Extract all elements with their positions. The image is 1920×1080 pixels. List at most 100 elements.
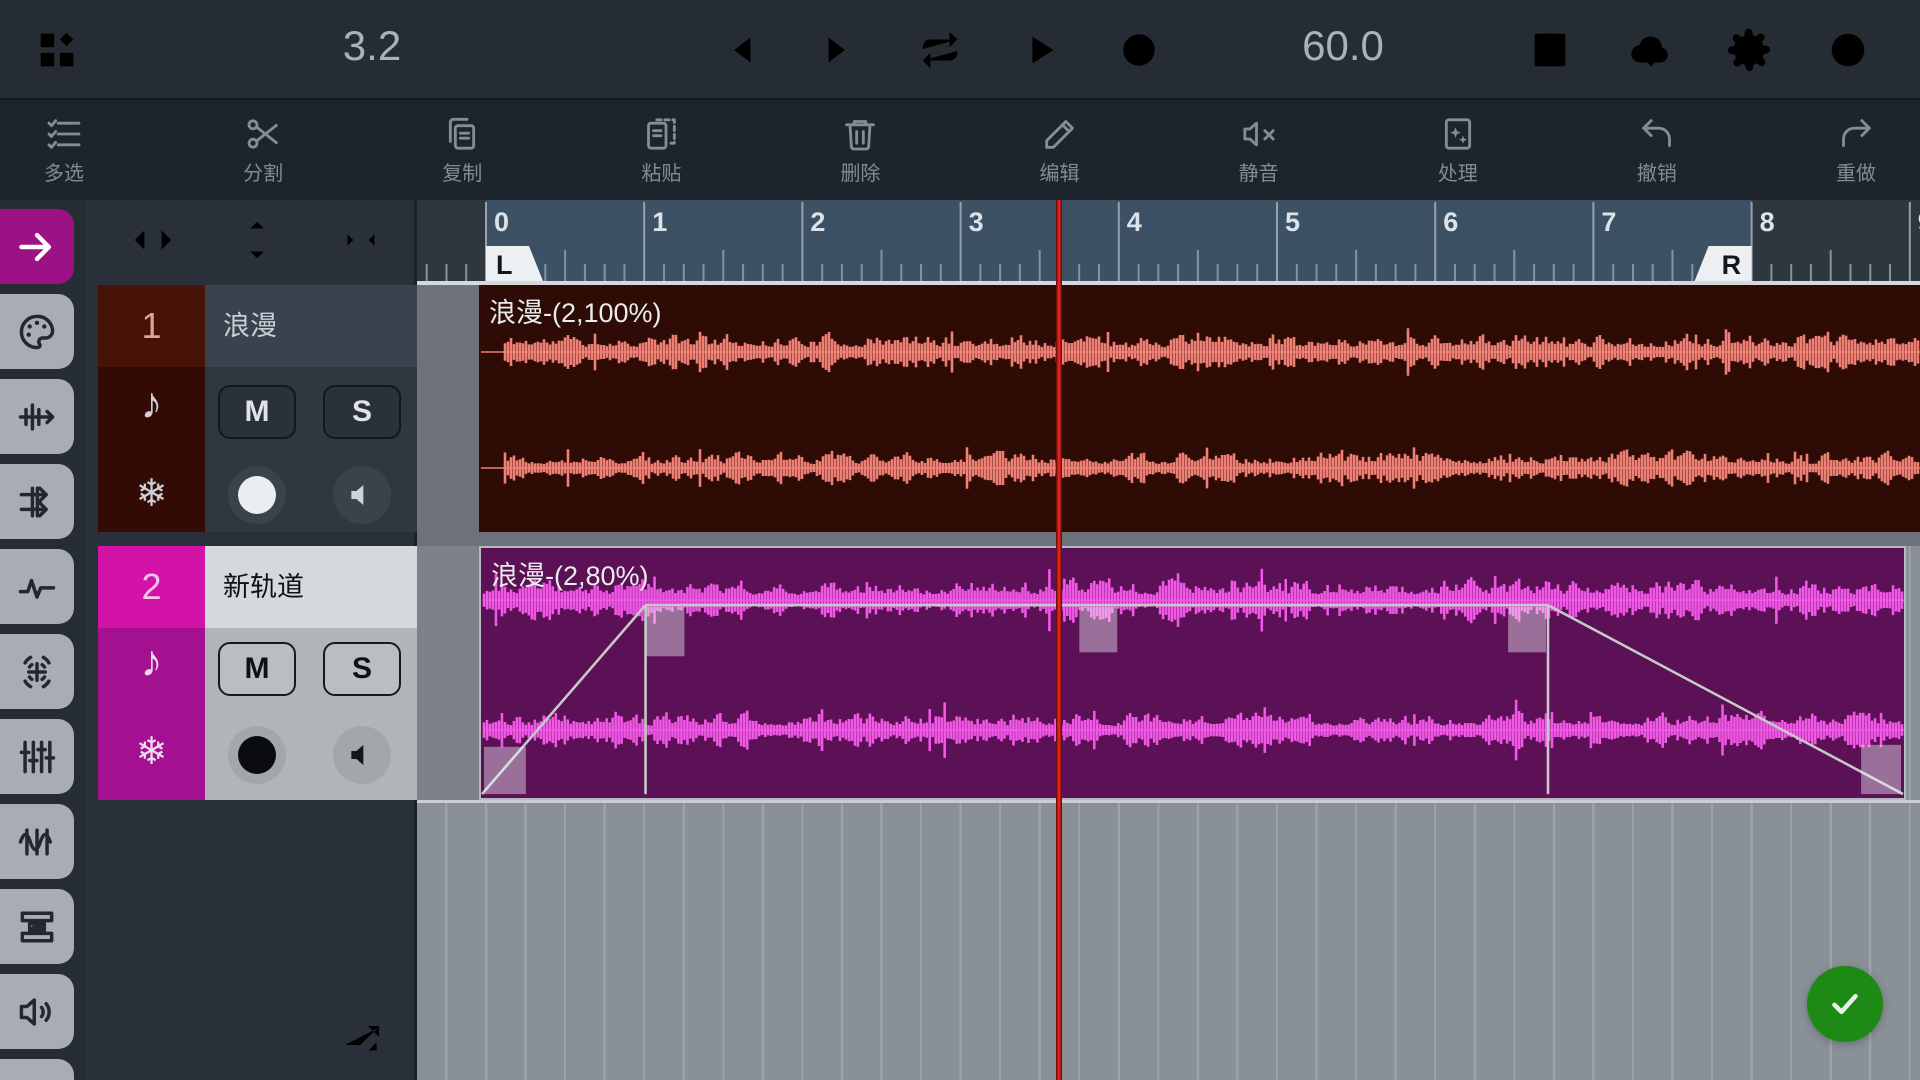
freeze-icon: ❄ bbox=[98, 471, 205, 516]
track-lane-2[interactable]: 浪漫-(2,80%) bbox=[417, 546, 1920, 800]
audio-clip-track1[interactable]: 浪漫-(2,100%) bbox=[479, 285, 1920, 532]
tool-arranger[interactable] bbox=[0, 889, 74, 964]
track-header-1[interactable]: 1 浪漫 ♪ ❄ M S bbox=[98, 285, 417, 532]
fade-out-handle[interactable] bbox=[1508, 607, 1546, 652]
skip-end-icon[interactable] bbox=[818, 27, 864, 73]
save-icon[interactable] bbox=[1527, 27, 1573, 73]
tempo-display[interactable]: 60.0 bbox=[1268, 22, 1418, 70]
cloud-download-icon[interactable] bbox=[1628, 27, 1674, 73]
route-track-button[interactable] bbox=[339, 1014, 387, 1062]
clip-label: 浪漫-(2,80%) bbox=[491, 554, 649, 593]
track-header-2[interactable]: 2 新轨道 ♪ ❄ M S bbox=[98, 546, 417, 800]
confirm-button[interactable] bbox=[1807, 966, 1883, 1042]
toolbar-multiselect[interactable]: 多选 bbox=[18, 114, 110, 186]
playhead[interactable] bbox=[1056, 200, 1062, 1080]
arrangement-area[interactable]: 0123456789LR 浪漫-(2,100%) 浪漫-(2,80%) bbox=[417, 200, 1920, 1080]
loop-start-flag[interactable] bbox=[486, 246, 543, 281]
lane-divider bbox=[417, 800, 1920, 803]
record-icon[interactable] bbox=[1116, 27, 1162, 73]
clip-start-handle[interactable] bbox=[484, 747, 526, 794]
volume-icon bbox=[15, 1075, 59, 1080]
solo-button[interactable]: S bbox=[323, 642, 401, 696]
track-controls: M S bbox=[205, 628, 417, 800]
tool-palette[interactable] bbox=[0, 294, 74, 369]
automation-step-icon bbox=[15, 565, 59, 609]
tool-automation-step[interactable] bbox=[0, 549, 74, 624]
toolbar-undo[interactable]: 撤销 bbox=[1611, 114, 1703, 186]
fade-in-handle[interactable] bbox=[647, 607, 685, 656]
expand-horizontal-icon[interactable] bbox=[130, 217, 176, 263]
collapse-horizontal-icon[interactable] bbox=[338, 217, 384, 263]
toolbar-label: 静音 bbox=[1239, 157, 1279, 186]
trash-icon bbox=[840, 114, 880, 154]
toolbar-label: 撤销 bbox=[1637, 157, 1677, 186]
toolbar-trash[interactable]: 删除 bbox=[814, 114, 906, 186]
add-fx-icon bbox=[15, 650, 59, 694]
toolbar-paste[interactable]: 粘贴 bbox=[615, 114, 707, 186]
lane-lead-in bbox=[417, 285, 479, 532]
time-display[interactable]: 3.2 bbox=[297, 22, 447, 70]
top-bar: 3.2 60.0 bbox=[0, 0, 1920, 100]
track-number[interactable]: 2 bbox=[98, 546, 205, 628]
trim-icon bbox=[15, 395, 59, 439]
audio-clip-track2[interactable]: 浪漫-(2,80%) bbox=[479, 546, 1906, 800]
tool-speaker[interactable] bbox=[0, 974, 74, 1049]
record-dot bbox=[238, 736, 276, 774]
mute-button[interactable]: M bbox=[218, 385, 296, 439]
volume-envelope bbox=[481, 548, 1904, 798]
play-icon[interactable] bbox=[1017, 27, 1063, 73]
mute-icon bbox=[1239, 114, 1279, 154]
loop-end-label: R bbox=[1722, 250, 1742, 280]
timeline-ruler[interactable]: 0123456789LR bbox=[417, 200, 1920, 281]
track-name[interactable]: 新轨道 bbox=[205, 546, 417, 628]
skip-start-icon[interactable] bbox=[715, 27, 761, 73]
mute-button[interactable]: M bbox=[218, 642, 296, 696]
toolbar-copy[interactable]: 复制 bbox=[416, 114, 508, 186]
bar-number: 6 bbox=[1443, 207, 1458, 237]
track-number[interactable]: 1 bbox=[98, 285, 205, 367]
track-controls: M S bbox=[205, 367, 417, 532]
select-arrow-icon bbox=[15, 225, 59, 269]
tool-mixer-faders[interactable] bbox=[0, 719, 74, 794]
toolbar-label: 删除 bbox=[840, 157, 880, 186]
arm-record-button[interactable] bbox=[228, 726, 286, 784]
track-type-column: ♪ ❄ bbox=[98, 367, 205, 532]
lane-gap bbox=[417, 532, 1920, 546]
clip-end-handle[interactable] bbox=[1861, 745, 1901, 794]
audio-note-icon: ♪ bbox=[98, 637, 205, 687]
help-icon[interactable] bbox=[1825, 27, 1871, 73]
solo-button[interactable]: S bbox=[323, 385, 401, 439]
tool-trim[interactable] bbox=[0, 379, 74, 454]
arm-record-button[interactable] bbox=[228, 466, 286, 524]
layout-grid-icon[interactable] bbox=[34, 27, 80, 73]
ruler-ticks: 0123456789LR bbox=[417, 200, 1920, 281]
track-monitor-button[interactable] bbox=[333, 726, 391, 784]
mixer-sliders-icon[interactable] bbox=[115, 27, 161, 73]
speaker-icon bbox=[15, 990, 59, 1034]
tool-lfo-wave[interactable] bbox=[0, 804, 74, 879]
palette-icon bbox=[15, 310, 59, 354]
track-lane-1[interactable]: 浪漫-(2,100%) bbox=[417, 285, 1920, 532]
audio-note-icon: ♪ bbox=[98, 379, 205, 429]
track-name[interactable]: 浪漫 bbox=[205, 285, 417, 367]
toolbar-scissors[interactable]: 分割 bbox=[217, 114, 309, 186]
settings-gear-icon[interactable] bbox=[1726, 27, 1772, 73]
add-track-button[interactable] bbox=[127, 1014, 175, 1062]
track-monitor-button[interactable] bbox=[333, 466, 391, 524]
remove-track-button[interactable] bbox=[234, 1014, 282, 1062]
toolbar-process[interactable]: 处理 bbox=[1412, 114, 1504, 186]
edit-toolbar: 多选 分割 复制 粘贴删除 编辑静音 处理撤销 重做 bbox=[0, 100, 1920, 200]
toolbar-redo[interactable]: 重做 bbox=[1810, 114, 1902, 186]
toolbar-pencil[interactable]: 编辑 bbox=[1014, 114, 1106, 186]
loop-start-label: L bbox=[496, 250, 513, 280]
tool-select-arrow[interactable] bbox=[0, 209, 74, 284]
loop-icon[interactable] bbox=[917, 27, 963, 73]
tool-add-fx[interactable] bbox=[0, 634, 74, 709]
expand-vertical-icon[interactable] bbox=[234, 217, 280, 263]
toolbar-mute[interactable]: 静音 bbox=[1213, 114, 1305, 186]
tool-volume[interactable] bbox=[0, 1059, 74, 1080]
gain-handle[interactable] bbox=[1079, 607, 1117, 652]
bar-number: 3 bbox=[969, 207, 984, 237]
tool-route[interactable] bbox=[0, 464, 74, 539]
track-header-column: 1 浪漫 ♪ ❄ M S 2 新轨道 ♪ ❄ M S bbox=[86, 200, 417, 1080]
